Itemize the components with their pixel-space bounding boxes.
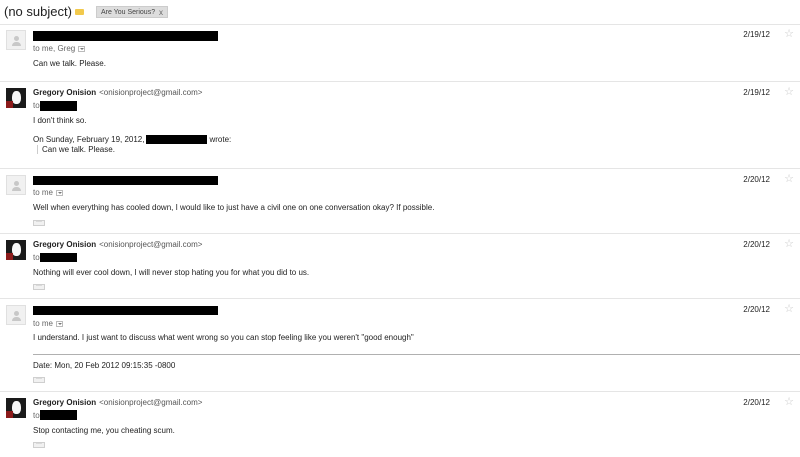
- redacted-recipient: [40, 253, 77, 262]
- message-body: I don't think so.: [33, 116, 87, 125]
- subject-bar: (no subject) Are You Serious? x: [0, 0, 800, 25]
- label-icon[interactable]: [75, 9, 84, 15]
- message[interactable]: to me 2/20/12 ☆ I understand. I just wan…: [0, 299, 800, 392]
- message-date: 2/19/12: [743, 30, 770, 39]
- recipients-text: to me: [33, 188, 54, 197]
- redacted-sender: [33, 176, 218, 185]
- message-body: Well when everything has cooled down, I …: [33, 203, 435, 212]
- message[interactable]: Gregory Onision <onisionproject@gmail.com…: [0, 234, 800, 299]
- message-recipients[interactable]: to: [33, 253, 40, 262]
- recipients-text: to me: [33, 319, 54, 328]
- label-chip-name: Are You Serious?: [101, 9, 156, 16]
- redacted-sender: [33, 306, 218, 315]
- star-icon[interactable]: ☆: [784, 85, 794, 98]
- redacted-recipient: [40, 101, 77, 111]
- avatar-icon: [6, 240, 26, 260]
- message[interactable]: to me 2/20/12 ☆ Well when everything has…: [0, 169, 800, 234]
- show-trimmed-content-button[interactable]: [33, 442, 45, 448]
- avatar-icon: [6, 88, 26, 108]
- recipients-prefix: to: [33, 253, 40, 262]
- sender-email: <onisionproject@gmail.com>: [99, 88, 203, 97]
- star-icon[interactable]: ☆: [784, 302, 794, 315]
- message[interactable]: Gregory Onision <onisionproject@gmail.com…: [0, 392, 800, 457]
- message[interactable]: Gregory Onision <onisionproject@gmail.com…: [0, 82, 800, 169]
- quote-header-start: On Sunday, February 19, 2012,: [33, 135, 145, 144]
- chevron-down-icon[interactable]: [78, 45, 86, 52]
- avatar-icon: [6, 30, 26, 50]
- message-date: 2/20/12: [743, 305, 770, 314]
- show-trimmed-content-button[interactable]: [33, 377, 45, 383]
- sender-name: Gregory Onision: [33, 398, 97, 407]
- sender: Gregory Onision <onisionproject@gmail.com…: [33, 398, 202, 407]
- avatar-icon: [6, 398, 26, 418]
- redacted-recipient: [40, 410, 77, 420]
- sender: Gregory Onision <onisionproject@gmail.com…: [33, 88, 202, 97]
- quoted-text: Can we talk. Please.: [37, 145, 115, 154]
- redacted-name: [146, 135, 208, 145]
- message-body: Nothing will ever cool down, I will neve…: [33, 268, 310, 277]
- message-recipients[interactable]: to me, Greg: [33, 44, 86, 53]
- star-icon[interactable]: ☆: [784, 395, 794, 408]
- conversation-subject: (no subject): [4, 4, 72, 19]
- sender: Gregory Onision <onisionproject@gmail.com…: [33, 240, 202, 249]
- recipients-prefix: to: [33, 411, 40, 420]
- quote-header: On Sunday, February 19, 2012, wrote:: [33, 135, 232, 145]
- label-chip[interactable]: Are You Serious? x: [96, 6, 168, 18]
- star-icon[interactable]: ☆: [784, 237, 794, 250]
- sender-email: <onisionproject@gmail.com>: [99, 398, 203, 407]
- message-recipients[interactable]: to me: [33, 188, 64, 197]
- message-date: 2/20/12: [743, 175, 770, 184]
- message-body: I understand. I just want to discuss wha…: [33, 333, 414, 342]
- show-trimmed-content-button[interactable]: [33, 220, 45, 226]
- chevron-down-icon[interactable]: [56, 189, 64, 196]
- quoted-date-line: Date: Mon, 20 Feb 2012 09:15:35 -0800: [33, 361, 176, 370]
- redacted-sender: [33, 31, 218, 41]
- message-recipients[interactable]: to: [33, 411, 40, 420]
- avatar-icon: [6, 305, 26, 325]
- message[interactable]: to me, Greg 2/19/12 ☆ Can we talk. Pleas…: [0, 24, 800, 82]
- message-date: 2/19/12: [743, 88, 770, 97]
- star-icon[interactable]: ☆: [784, 27, 794, 40]
- message-date: 2/20/12: [743, 240, 770, 249]
- quote-header-end: wrote:: [209, 135, 232, 144]
- remove-label-icon[interactable]: x: [159, 7, 163, 18]
- message-body: Stop contacting me, you cheating scum.: [33, 426, 175, 435]
- show-trimmed-content-button[interactable]: [33, 284, 45, 290]
- message-recipients[interactable]: to: [33, 101, 40, 110]
- sender-name: Gregory Onision: [33, 88, 97, 97]
- avatar-icon: [6, 175, 26, 195]
- divider: [33, 354, 800, 355]
- recipients-prefix: to: [33, 101, 40, 110]
- chevron-down-icon[interactable]: [56, 320, 64, 327]
- message-date: 2/20/12: [743, 398, 770, 407]
- message-recipients[interactable]: to me: [33, 319, 64, 328]
- recipients-text: to me, Greg: [33, 44, 76, 53]
- sender-name: Gregory Onision: [33, 240, 97, 249]
- sender-email: <onisionproject@gmail.com>: [99, 240, 203, 249]
- star-icon[interactable]: ☆: [784, 172, 794, 185]
- message-body: Can we talk. Please.: [33, 59, 106, 68]
